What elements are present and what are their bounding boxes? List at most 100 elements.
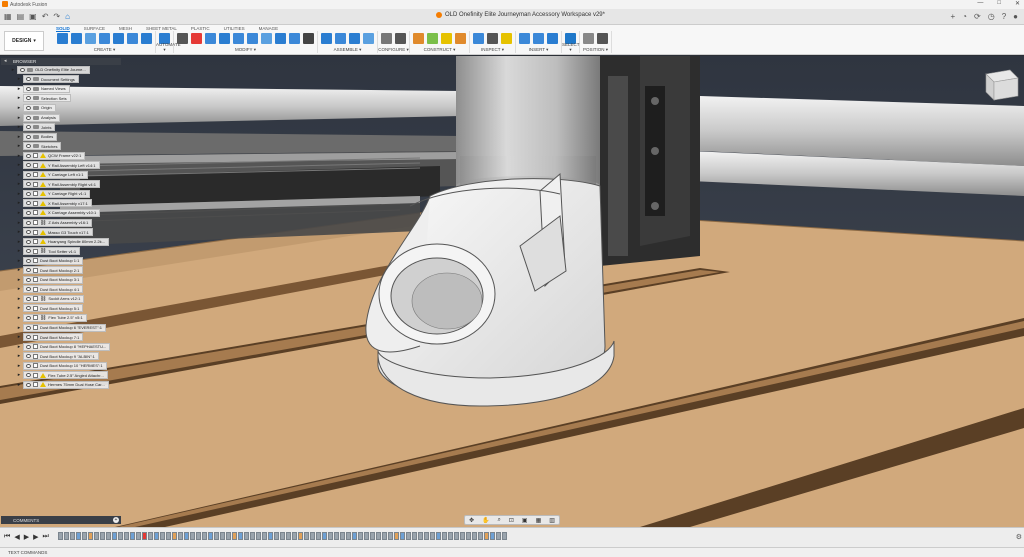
timeline-feature[interactable] <box>334 532 339 540</box>
tool-icon[interactable] <box>349 33 360 44</box>
timeline-feature[interactable] <box>82 532 87 540</box>
browser-node[interactable]: Huanyang Spindle 80mm 2.2k... <box>23 237 109 246</box>
browser-node[interactable]: Masso G3 Touch v17:1 <box>23 228 93 237</box>
avatar[interactable]: ● <box>1013 12 1018 21</box>
3d-viewport[interactable] <box>0 56 1024 527</box>
expand-arrow-icon[interactable]: ▸ <box>15 363 23 369</box>
timeline-feature[interactable] <box>370 532 375 540</box>
tool-icon[interactable] <box>177 33 188 44</box>
visibility-eye-icon[interactable] <box>26 363 31 368</box>
browser-row[interactable]: ▸ Dust Boot Mockup 8 "HEPHAESTU... <box>1 342 121 352</box>
timeline-feature[interactable] <box>244 532 249 540</box>
timeline-feature[interactable] <box>166 532 171 540</box>
browser-row[interactable]: ▸ ⛓ Z Axis Assembly v16:1 <box>1 218 121 228</box>
browser-row[interactable]: ▸ ⛓ Tool Setter v1:1 <box>1 246 121 256</box>
timeline-feature[interactable] <box>316 532 321 540</box>
pan-icon[interactable]: ✋ <box>482 517 489 524</box>
timeline-prev-button[interactable]: ◀ <box>14 533 19 541</box>
browser-row[interactable]: ▸ Huanyang Spindle 80mm 2.2k... <box>1 237 121 247</box>
timeline-feature[interactable] <box>124 532 129 540</box>
new-tab-icon[interactable]: + <box>951 12 956 21</box>
browser-node[interactable]: Y Carriage Left v1:1 <box>23 170 88 179</box>
expand-arrow-icon[interactable]: ▸ <box>15 105 23 111</box>
timeline-feature[interactable] <box>214 532 219 540</box>
timeline-feature[interactable] <box>100 532 105 540</box>
browser-row[interactable]: ▸ Selection Sets <box>1 94 121 104</box>
timeline-feature[interactable] <box>352 532 357 540</box>
timeline-feature[interactable] <box>292 532 297 540</box>
tool-icon[interactable] <box>547 33 558 44</box>
timeline-feature[interactable] <box>472 532 477 540</box>
visibility-eye-icon[interactable] <box>26 105 31 110</box>
visibility-eye-icon[interactable] <box>26 287 31 292</box>
tool-icon[interactable] <box>57 33 68 44</box>
redo-icon[interactable]: ↷ <box>53 12 60 21</box>
text-commands-bar[interactable]: TEXT COMMANDS <box>0 547 1024 557</box>
timeline-feature[interactable] <box>112 532 117 540</box>
save-icon[interactable]: ▣ <box>29 12 37 21</box>
visibility-eye-icon[interactable] <box>26 210 31 215</box>
timeline-feature[interactable] <box>496 532 501 540</box>
expand-arrow-icon[interactable]: ▸ <box>15 124 23 130</box>
ribbon-group-label[interactable]: CREATE ▾ <box>54 47 155 53</box>
ribbon-group-label[interactable]: INSPECT ▾ <box>470 47 515 53</box>
expand-arrow-icon[interactable]: ▸ <box>15 172 23 178</box>
timeline-feature[interactable] <box>304 532 309 540</box>
browser-node[interactable]: X Rail Assembly v17:1 <box>23 199 92 208</box>
browser-row[interactable]: ▸ Dust Boot Mockup 5:1 <box>1 304 121 314</box>
tool-icon[interactable] <box>275 33 286 44</box>
gear-icon[interactable]: ⚙ <box>1016 533 1022 541</box>
visibility-eye-icon[interactable] <box>26 77 31 82</box>
orbit-icon[interactable]: ✥ <box>469 517 474 524</box>
view-cube[interactable] <box>985 69 1019 101</box>
timeline-feature[interactable] <box>262 532 267 540</box>
tool-icon[interactable] <box>247 33 258 44</box>
visibility-eye-icon[interactable] <box>26 163 31 168</box>
home-icon[interactable]: ⌂ <box>65 12 70 21</box>
timeline-feature[interactable] <box>88 532 93 540</box>
browser-node[interactable]: Named Views <box>23 84 70 93</box>
maximize-button[interactable]: □ <box>997 0 1001 7</box>
visibility-eye-icon[interactable] <box>26 335 31 340</box>
timeline-feature[interactable] <box>328 532 333 540</box>
browser-row[interactable]: ▸ Dust Boot Mockup 2:1 <box>1 265 121 275</box>
tool-icon[interactable] <box>141 33 152 44</box>
timeline-feature[interactable] <box>196 532 201 540</box>
browser-row[interactable]: ▸ ⛓ Suckit Arms v12:1 <box>1 294 121 304</box>
visibility-eye-icon[interactable] <box>26 125 31 130</box>
tool-icon[interactable] <box>71 33 82 44</box>
timeline-feature[interactable] <box>160 532 165 540</box>
browser-node[interactable]: Y Carriage Right v1:1 <box>23 189 91 198</box>
timeline-feature[interactable] <box>280 532 285 540</box>
timeline-feature[interactable] <box>142 532 147 540</box>
tool-icon[interactable] <box>597 33 608 44</box>
expand-arrow-icon[interactable]: ▸ <box>15 325 23 331</box>
timeline-feature[interactable] <box>466 532 471 540</box>
browser-node[interactable]: Bodies <box>23 132 58 141</box>
visibility-eye-icon[interactable] <box>26 86 31 91</box>
expand-arrow-icon[interactable]: ▸ <box>15 353 23 359</box>
browser-node[interactable]: Y Rail Assembly Right v4:1 <box>23 180 100 189</box>
timeline-feature[interactable] <box>256 532 261 540</box>
timeline-feature[interactable] <box>154 532 159 540</box>
browser-row[interactable]: ▸ Dust Boot Mockup 7:1 <box>1 332 121 342</box>
tool-icon[interactable] <box>335 33 346 44</box>
timeline-feature[interactable] <box>442 532 447 540</box>
tool-icon[interactable] <box>127 33 138 44</box>
visibility-eye-icon[interactable] <box>26 306 31 311</box>
browser-node[interactable]: Dust Boot Mockup 9 "ALBIN":1 <box>23 352 99 361</box>
visibility-eye-icon[interactable] <box>26 239 31 244</box>
browser-node[interactable]: Hermes 75mm Dual Hose Car... <box>23 380 109 389</box>
expand-arrow-icon[interactable]: ▸ <box>15 200 23 206</box>
tool-icon[interactable] <box>321 33 332 44</box>
visibility-eye-icon[interactable] <box>26 382 31 387</box>
browser-node[interactable]: Joints <box>23 123 56 132</box>
expand-arrow-icon[interactable]: ▸ <box>15 296 23 302</box>
tool-icon[interactable] <box>501 33 512 44</box>
apps-grid-icon[interactable]: ▦ <box>4 12 12 21</box>
zoom-icon[interactable]: ⌕ <box>498 517 501 524</box>
display-icon[interactable]: ▣ <box>522 517 528 524</box>
timeline-feature[interactable] <box>436 532 441 540</box>
browser-node[interactable]: OLD Onefinity Elite Journe... <box>17 65 90 74</box>
browser-node[interactable]: Document Settings <box>23 75 79 84</box>
